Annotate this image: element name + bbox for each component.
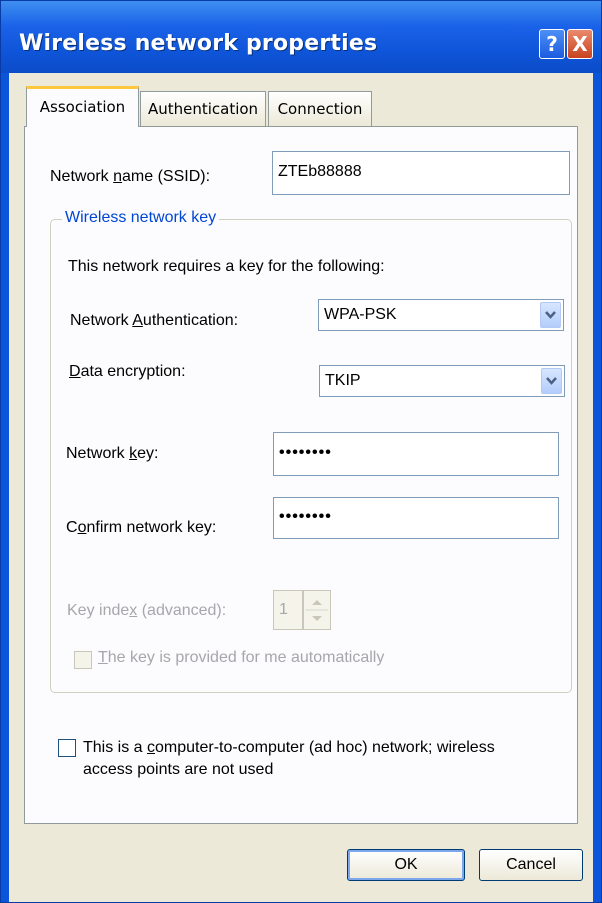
window-title: Wireless network properties (19, 31, 378, 56)
tab-panel-association: Network name (SSID): ZTEb88888 Wireless … (24, 126, 578, 824)
adhoc-label: This is a computer-to-computer (ad hoc) … (83, 739, 495, 778)
auto-key-checkbox[interactable] (74, 651, 92, 669)
close-button[interactable]: X (567, 29, 593, 59)
tab-authentication[interactable]: Authentication (140, 91, 266, 126)
tab-association[interactable]: Association (26, 86, 139, 127)
dialog-window: Wireless network properties ? X Associat… (0, 0, 602, 903)
encryption-dropdown-button[interactable] (541, 368, 562, 394)
tab-label: Authentication (147, 100, 259, 118)
title-bar[interactable]: Wireless network properties ? X (1, 1, 601, 73)
dialog-body: Association Authentication Connection Ne… (9, 73, 593, 902)
tab-label: Connection (277, 100, 363, 118)
confirm-key-value: •••••••• (279, 508, 332, 525)
ssid-value: ZTEb88888 (278, 163, 362, 180)
chevron-down-icon (545, 311, 556, 319)
key-index-label: Key index (advanced): (67, 602, 227, 619)
encryption-select[interactable]: TKIP (319, 365, 565, 397)
confirm-key-input[interactable]: •••••••• (273, 497, 559, 539)
network-key-value: •••••••• (279, 444, 332, 461)
group-title: Wireless network key (62, 209, 220, 227)
chevron-down-icon (546, 377, 557, 385)
network-key-label: Network key: (66, 445, 159, 462)
confirm-key-label: Confirm network key: (66, 519, 217, 536)
auth-value: WPA-PSK (324, 306, 397, 323)
requires-key-text: This network requires a key for the foll… (68, 258, 385, 275)
auth-label: Network Authentication: (70, 312, 239, 329)
encryption-value: TKIP (325, 372, 361, 389)
key-index-spinner[interactable] (303, 590, 331, 630)
spinner-arrows-icon (306, 600, 328, 621)
auth-dropdown-button[interactable] (540, 302, 561, 328)
help-icon: ? (546, 32, 558, 56)
ok-label: OK (394, 856, 418, 873)
tab-connection[interactable]: Connection (268, 91, 372, 126)
ssid-input[interactable]: ZTEb88888 (272, 151, 570, 195)
close-icon: X (572, 32, 588, 56)
network-key-input[interactable]: •••••••• (273, 432, 559, 476)
tab-label: Association (39, 98, 126, 116)
auth-select[interactable]: WPA-PSK (318, 299, 564, 331)
key-index-value: 1 (279, 601, 288, 618)
cancel-label: Cancel (506, 856, 556, 873)
ssid-label: Network name (SSID): (50, 168, 211, 185)
key-index-input[interactable]: 1 (273, 590, 303, 630)
ok-button[interactable]: OK (347, 849, 465, 881)
adhoc-checkbox[interactable] (58, 739, 76, 757)
cancel-button[interactable]: Cancel (479, 849, 583, 881)
encryption-label: Data encryption: (69, 363, 186, 380)
help-button[interactable]: ? (539, 29, 565, 59)
auto-key-label: The key is provided for me automatically (98, 649, 385, 666)
